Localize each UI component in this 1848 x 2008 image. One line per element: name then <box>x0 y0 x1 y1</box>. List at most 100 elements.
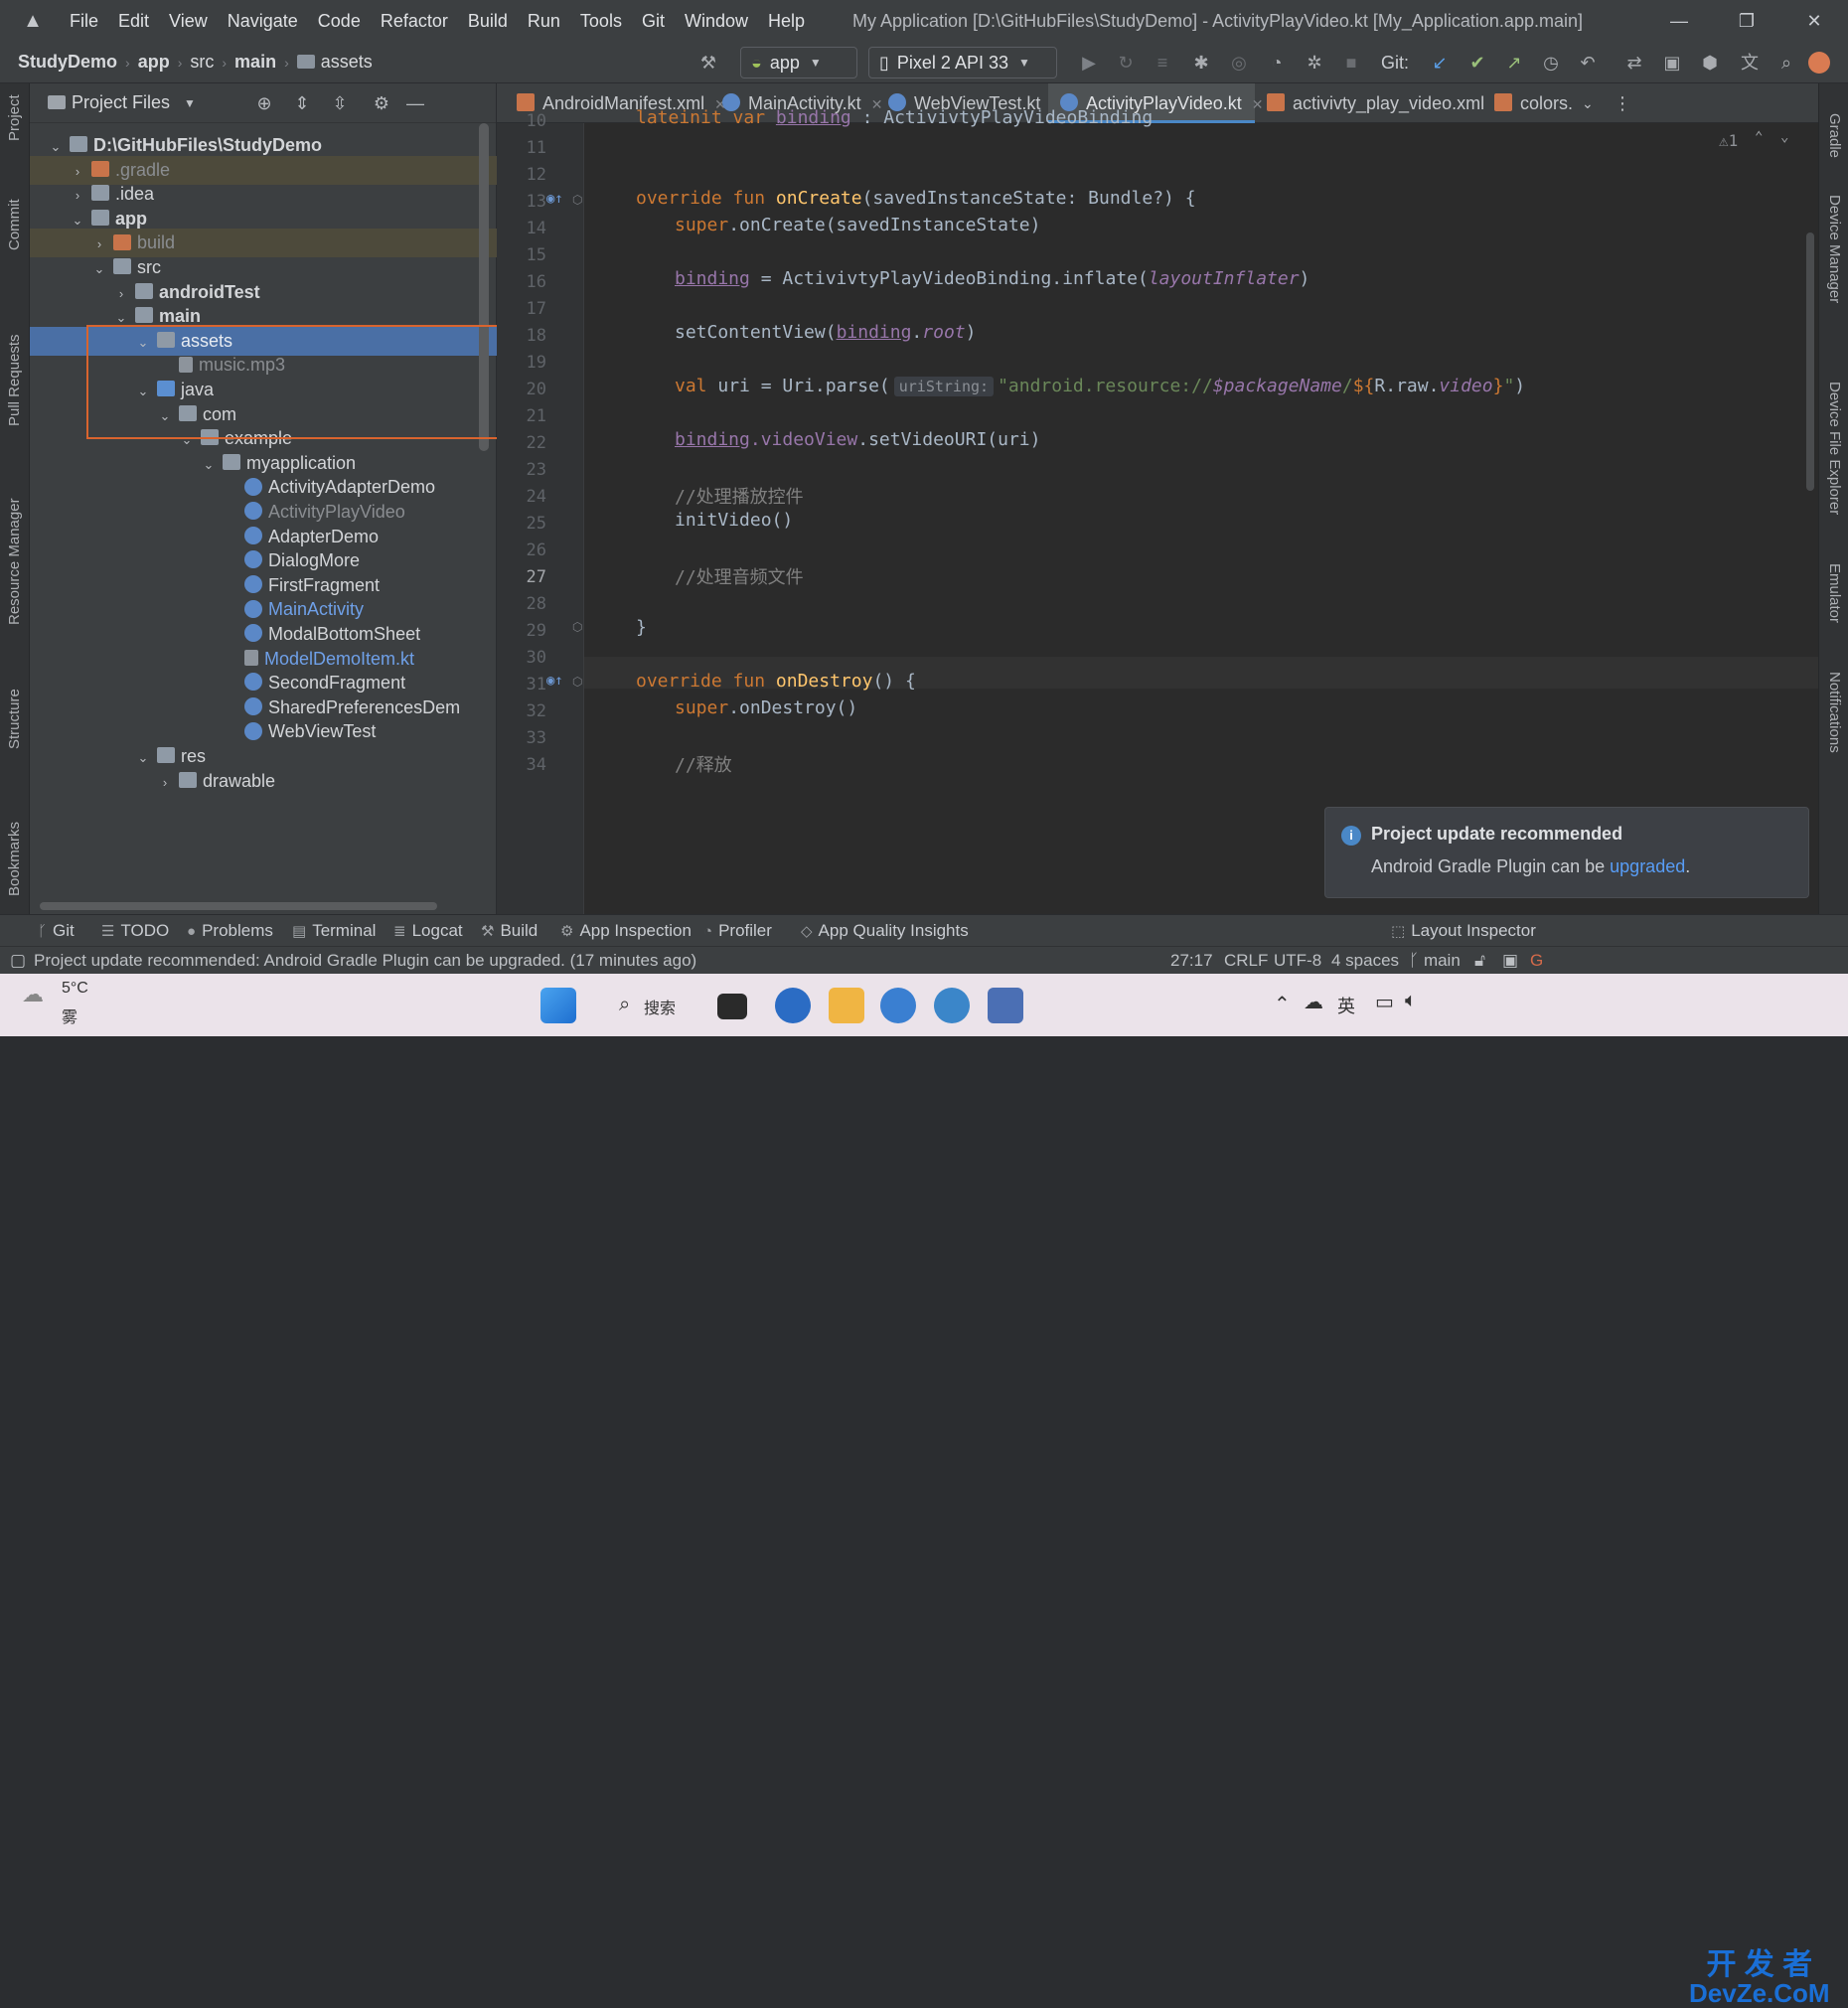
debug-icon[interactable]: ✱ <box>1188 50 1214 76</box>
tool-app-quality-insights[interactable]: ◇ App Quality Insights <box>801 915 969 948</box>
stripe-notifications[interactable]: Notifications <box>1826 672 1843 753</box>
stripe-commit[interactable]: Commit <box>6 199 23 250</box>
breadcrumb-studydemo[interactable]: StudyDemo <box>18 52 117 73</box>
stripe-device-file-explorer[interactable]: Device File Explorer <box>1826 382 1843 515</box>
chevron-right-icon[interactable]: › <box>157 768 173 797</box>
stripe-resource-manager[interactable]: Resource Manager <box>6 498 23 625</box>
ime-indicator[interactable]: 英 <box>1337 993 1355 1018</box>
tree-scrollbar[interactable] <box>479 123 489 451</box>
memory-icon[interactable]: ▣ <box>1502 947 1518 975</box>
tool-git[interactable]: ᚴ Git <box>38 915 75 948</box>
restore-button[interactable]: ❐ <box>1713 0 1780 42</box>
git-push-icon[interactable]: ↗ <box>1501 50 1527 76</box>
chevron-down-icon[interactable]: ⌄ <box>1780 129 1788 145</box>
cloud-icon[interactable]: ☁ <box>1304 990 1323 1014</box>
stripe-gradle[interactable]: Gradle <box>1826 113 1843 158</box>
menu-refactor[interactable]: Refactor <box>371 0 458 42</box>
tree-item[interactable]: › drawable <box>30 767 497 796</box>
edge-icon[interactable] <box>775 988 811 1023</box>
git-commit-icon[interactable]: ✔ <box>1464 50 1490 76</box>
tree-horizontal-scrollbar[interactable] <box>40 902 437 910</box>
file-explorer-icon[interactable] <box>829 988 864 1023</box>
display-icon[interactable]: ▭ <box>1375 990 1394 1014</box>
tool-build[interactable]: ⚒ Build <box>481 915 538 948</box>
browser-icon-2[interactable] <box>934 988 970 1023</box>
run-config-dropdown[interactable]: ◒ app ▼ <box>740 47 857 78</box>
search-icon[interactable]: ⌕ <box>1773 50 1799 76</box>
expand-all-icon[interactable]: ⇕ <box>290 91 314 115</box>
breadcrumb-app[interactable]: app <box>138 52 170 73</box>
tool-layout-inspector[interactable]: ⬚ Layout Inspector <box>1391 915 1536 948</box>
more-options-icon[interactable]: ⋮ <box>1602 83 1631 123</box>
menu-help[interactable]: Help <box>758 0 815 42</box>
caret-position[interactable]: 27:17 <box>1170 947 1213 975</box>
fold-icon[interactable]: ⬡ <box>572 675 582 689</box>
profile-icon[interactable]: ◔ <box>1264 50 1290 76</box>
menu-file[interactable]: File <box>60 0 108 42</box>
editor-scrollbar[interactable] <box>1806 232 1814 491</box>
avatar[interactable] <box>1808 52 1830 74</box>
device-dropdown[interactable]: ▯ Pixel 2 API 33 ▼ <box>868 47 1057 78</box>
project-view-selector[interactable]: Project Files <box>72 92 170 113</box>
menu-edit[interactable]: Edit <box>108 0 159 42</box>
menu-run[interactable]: Run <box>518 0 570 42</box>
lock-icon[interactable]: 🔓︎ <box>1474 947 1485 975</box>
gradle-sync-icon[interactable]: ⇄ <box>1621 50 1647 76</box>
stripe-project[interactable]: Project <box>6 94 23 141</box>
git-branch[interactable]: ᚴ main <box>1409 947 1461 975</box>
stripe-emulator[interactable]: Emulator <box>1826 563 1843 623</box>
tab-activity-play-video-xml[interactable]: activivty_play_video.xml✕ <box>1255 83 1506 123</box>
tool-app-inspection[interactable]: ⚙ App Inspection <box>560 915 692 948</box>
rerun-icon[interactable]: ↻ <box>1113 50 1139 76</box>
apply-changes-icon[interactable]: ≡ <box>1150 50 1175 76</box>
stop-icon[interactable]: ■ <box>1338 50 1364 76</box>
file-encoding[interactable]: UTF-8 <box>1274 947 1321 975</box>
device-mirror-icon[interactable]: ▣ <box>1659 50 1685 76</box>
override-marker-icon[interactable]: ◉↑ <box>546 673 563 689</box>
coverage-icon[interactable]: ◎ <box>1226 50 1252 76</box>
menu-view[interactable]: View <box>159 0 218 42</box>
collapse-all-icon[interactable]: ⇳ <box>328 91 352 115</box>
tool-terminal[interactable]: ▤ Terminal <box>292 915 376 948</box>
weather-temperature[interactable]: 5°C <box>62 980 88 998</box>
stripe-structure[interactable]: Structure <box>6 689 23 749</box>
android-studio-taskbar-icon[interactable] <box>988 988 1023 1023</box>
run-icon[interactable]: ▶ <box>1076 50 1102 76</box>
notification-popup[interactable]: i Project update recommended Android Gra… <box>1324 807 1809 898</box>
browser-icon[interactable] <box>880 988 916 1023</box>
stripe-device-manager[interactable]: Device Manager <box>1826 195 1843 303</box>
tool-problems[interactable]: ● Problems <box>187 915 273 948</box>
sdk-manager-icon[interactable]: ⬢ <box>1697 50 1723 76</box>
tab-colors[interactable]: colors. <box>1482 83 1573 123</box>
fold-icon[interactable]: ⬡ <box>572 620 582 634</box>
hammer-icon[interactable]: ⚒ <box>695 50 721 76</box>
locate-icon[interactable]: ⊕ <box>252 91 276 115</box>
chevron-up-icon[interactable]: ⌃ <box>1755 129 1763 145</box>
menu-code[interactable]: Code <box>308 0 371 42</box>
breadcrumb-assets[interactable]: assets <box>321 52 373 73</box>
status-toggle-icon[interactable]: ▢ <box>10 947 26 975</box>
task-view-icon[interactable] <box>717 994 747 1019</box>
menu-build[interactable]: Build <box>458 0 518 42</box>
volume-icon[interactable]: 🔈︎ <box>1405 990 1417 1012</box>
hide-panel-icon[interactable]: — <box>403 91 427 115</box>
stripe-bookmarks[interactable]: Bookmarks <box>6 822 23 896</box>
attach-debugger-icon[interactable]: ✲ <box>1302 50 1327 76</box>
indent-setting[interactable]: 4 spaces <box>1331 947 1399 975</box>
menu-git[interactable]: Git <box>632 0 675 42</box>
breadcrumb-main[interactable]: main <box>234 52 276 73</box>
tool-todo[interactable]: ☰ TODO <box>101 915 169 948</box>
menu-navigate[interactable]: Navigate <box>218 0 308 42</box>
translate-icon[interactable]: 文 <box>1737 50 1763 76</box>
override-marker-icon[interactable]: ◉↑ <box>546 191 563 207</box>
tool-profiler[interactable]: ◔ Profiler <box>703 915 772 948</box>
chevron-up-icon[interactable]: ⌃ <box>1274 992 1291 1016</box>
tool-logcat[interactable]: ≣ Logcat <box>393 915 463 948</box>
menu-window[interactable]: Window <box>675 0 758 42</box>
fold-icon[interactable]: ⬡ <box>572 193 582 207</box>
google-icon[interactable]: G <box>1530 947 1543 975</box>
breadcrumb-src[interactable]: src <box>190 52 214 73</box>
close-button[interactable]: ✕ <box>1780 0 1848 42</box>
weather-condition[interactable]: 雾 <box>62 1004 77 1027</box>
history-icon[interactable]: ◷ <box>1538 50 1564 76</box>
